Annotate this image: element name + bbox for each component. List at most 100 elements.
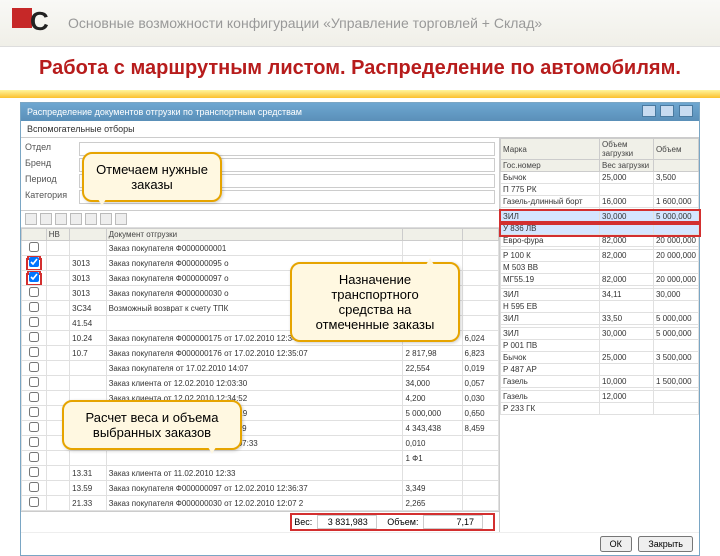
tool-icon[interactable] [70,213,82,225]
cell [653,364,698,376]
cell [462,271,498,286]
cell [462,286,498,301]
row-checkbox[interactable] [29,242,39,252]
vehicle-row[interactable]: Бычок25,0003 500,000 [501,352,699,364]
tool-icon[interactable] [100,213,112,225]
vehicle-subrow[interactable]: П 775 РК [501,184,699,196]
table-row[interactable]: Заказ покупателя от 17.02.2010 14:0722,5… [22,361,499,376]
vehicle-subrow[interactable]: Р 233 ГК [501,403,699,415]
row-checkbox[interactable] [29,272,39,282]
tool-icon[interactable] [55,213,67,225]
cell: Заказ покупателя Ф000000176 от 17.02.201… [106,346,403,361]
cell [46,361,69,376]
cell: Заказ клиента от 11.02.2010 12:33 [106,466,403,481]
cell: ЗИЛ [501,328,600,340]
vehicle-subrow[interactable]: Р 487 АР [501,364,699,376]
cell [403,466,462,481]
vehicle-row[interactable]: ЗИЛ34,1130,000 [501,289,699,301]
cell: 8,459 [462,421,498,436]
row-checkbox[interactable] [29,422,39,432]
table-row[interactable]: 21.33Заказ покупателя Ф000000030 от 12.0… [22,496,499,511]
close-icon[interactable] [679,105,693,117]
table-row[interactable]: 13.31Заказ клиента от 11.02.2010 12:33 [22,466,499,481]
row-checkbox[interactable] [29,347,39,357]
vehicle-row[interactable]: Газель10,0001 500,000 [501,376,699,388]
vehicle-row[interactable]: МГ55.1982,00020 000,000 [501,274,699,286]
table-row[interactable]: 13.59Заказ покупателя Ф000000097 от 12.0… [22,481,499,496]
row-checkbox[interactable] [29,392,39,402]
vehicles-panel: МаркаОбъем загрузкиОбъем Гос.номерВес за… [499,138,699,532]
minimize-icon[interactable] [642,105,656,117]
cell: 1 600,000 [653,196,698,208]
close-button[interactable]: Закрыть [638,536,693,552]
row-checkbox[interactable] [29,482,39,492]
row-checkbox[interactable] [29,377,39,387]
col-header[interactable] [403,229,462,241]
row-checkbox[interactable] [29,287,39,297]
row-checkbox[interactable] [29,467,39,477]
cell: 0,010 [403,436,462,451]
header-subtitle: Основные возможности конфигурации «Управ… [68,15,542,31]
maximize-icon[interactable] [660,105,674,117]
col-header[interactable]: Объем [653,139,698,160]
tool-icon[interactable] [115,213,127,225]
cell [462,241,498,256]
vehicle-row[interactable]: Бычок25,0003,500 [501,172,699,184]
ok-button[interactable]: ОК [600,536,632,552]
row-checkbox[interactable] [29,257,39,267]
cell: 13.31 [70,466,106,481]
filter-label: Категория [25,190,75,204]
row-checkbox[interactable] [29,497,39,507]
col-header[interactable]: Объем загрузки [600,139,654,160]
vehicle-row[interactable]: Р 100 К82,00020 000,000 [501,250,699,262]
tool-icon[interactable] [85,213,97,225]
vehicle-row[interactable]: Газель-длинный борт16,0001 600,000 [501,196,699,208]
table-row[interactable]: 10.7Заказ покупателя Ф000000176 от 17.02… [22,346,499,361]
vehicle-row[interactable]: Газель12,000 [501,391,699,403]
cell: Р 233 ГК [501,403,600,415]
vehicle-subrow[interactable]: М 503 ВВ [501,262,699,274]
callout-calculate: Расчет веса и объема выбранных заказов [62,400,242,450]
cell [600,223,654,235]
decor-bar [0,90,720,98]
col-header[interactable]: НВ [46,229,69,241]
cell: 5 000,000 [653,313,698,325]
col-header[interactable] [22,229,47,241]
filter-label: Период [25,174,75,188]
vehicle-subrow[interactable]: У 836 ЛВ [501,223,699,235]
cell [653,403,698,415]
cell: 0,019 [462,361,498,376]
col-header[interactable]: Марка [501,139,600,160]
vehicle-row[interactable]: ЗИЛ33,505 000,000 [501,313,699,325]
vehicle-row[interactable]: Евро-фура82,00020 000,000 [501,235,699,247]
row-checkbox[interactable] [29,437,39,447]
cell [462,451,498,466]
col-header[interactable] [70,229,106,241]
row-checkbox[interactable] [29,407,39,417]
row-checkbox[interactable] [29,302,39,312]
vehicle-row[interactable]: ЗИЛ30,0005 000,000 [501,328,699,340]
vehicle-row[interactable]: ЗИЛ30,0005 000,000 [501,211,699,223]
cell: 3,500 [653,172,698,184]
row-checkbox[interactable] [29,452,39,462]
cell: 20 000,000 [653,274,698,286]
row-checkbox[interactable] [29,332,39,342]
table-row[interactable]: Заказ клиента от 12.02.2010 12:03:3034,0… [22,376,499,391]
cell: 20 000,000 [653,235,698,247]
vehicle-subrow[interactable]: Р 001 ПВ [501,340,699,352]
cell [653,184,698,196]
table-row[interactable]: 1 Ф1 [22,451,499,466]
col-header[interactable] [462,229,498,241]
cell: 0,650 [462,406,498,421]
row-checkbox[interactable] [29,317,39,327]
weight-value: 3 831,983 [317,515,377,529]
row-checkbox[interactable] [29,362,39,372]
window-titlebar[interactable]: Распределение документов отгрузки по тра… [21,103,699,121]
cell: Р 487 АР [501,364,600,376]
cell [653,391,698,403]
tool-icon[interactable] [40,213,52,225]
vehicle-subrow[interactable]: Н 595 ЕВ [501,301,699,313]
col-header[interactable]: Документ отгрузки [106,229,403,241]
cell: ЗИЛ [501,289,600,301]
tool-icon[interactable] [25,213,37,225]
